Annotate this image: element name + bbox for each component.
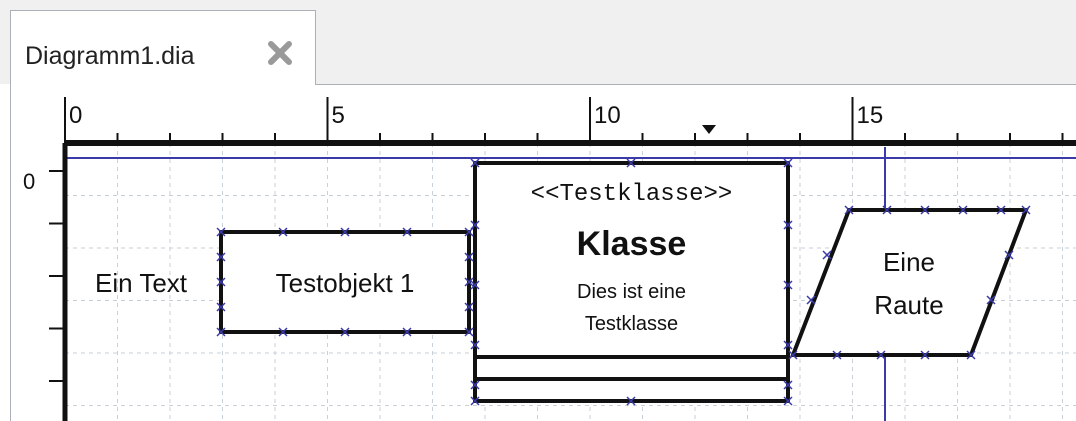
tab-bar: Diagramm1.dia (0, 0, 1076, 85)
uml-stereotype: <<Testklasse>> (530, 181, 733, 208)
text-object[interactable]: Ein Text (95, 268, 187, 299)
uml-comment-line1: Dies ist eine (577, 281, 686, 303)
ruler-label: 10 (594, 102, 621, 129)
uml-class-name: Klasse (576, 225, 687, 263)
tab-title: Diagramm1.dia (25, 42, 195, 70)
ruler-label: 0 (23, 169, 35, 194)
uml-comment-line2: Testklasse (584, 313, 679, 335)
vertical-ruler (11, 143, 65, 421)
parallelogram-label-line1: Eine (882, 247, 936, 277)
parallelogram-label-line2: Raute (874, 290, 944, 320)
ruler-label: 0 (69, 102, 82, 129)
ruler-label: 5 (332, 102, 345, 129)
close-x-icon[interactable] (266, 39, 294, 67)
ruler-label: 15 (857, 102, 884, 129)
box-label: Testobjekt 1 (275, 268, 415, 298)
tab-diagram[interactable]: Diagramm1.dia (10, 10, 316, 85)
diagram-editor: 0 5 10 15 0 Ein Text Testobjekt 1 <<Testkla… (10, 85, 1076, 421)
parallelogram-raute[interactable] (790, 208, 1029, 357)
